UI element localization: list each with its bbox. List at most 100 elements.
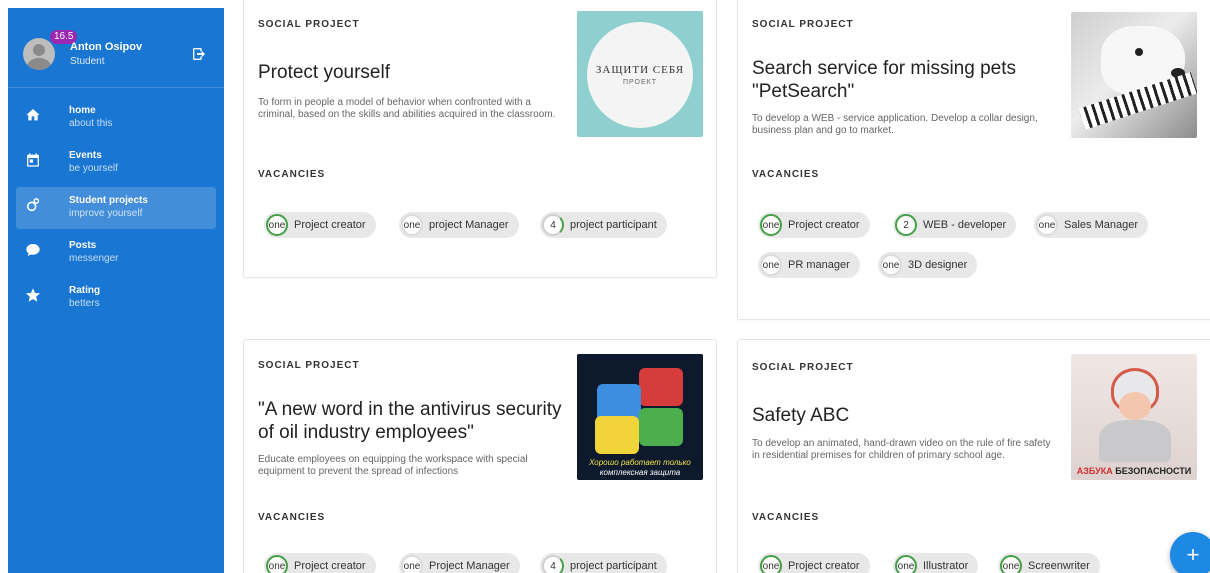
project-image-subcaption: комплексная защита (599, 468, 681, 477)
project-title: Search service for missing pets "PetSear… (752, 58, 1016, 102)
vacancy-count: one (760, 254, 782, 276)
app-root: 16.5 Anton Osipov Student home about thi… (0, 0, 1210, 573)
sidebar-item-title: Posts (69, 240, 97, 251)
sidebar-item-student-projects[interactable]: Student projects improve yourself (16, 187, 216, 229)
project-category: SOCIAL PROJECT (752, 362, 854, 373)
project-image: ЗАЩИТИ СЕБЯ ПРОЕКТ (577, 11, 703, 137)
projects-grid: SOCIAL PROJECT Protect yourself To form … (224, 0, 1210, 573)
avatar[interactable] (23, 38, 55, 70)
vacancy-chip[interactable]: one project Manager (399, 212, 519, 238)
vacancy-chip[interactable]: 2 WEB - developer (893, 212, 1017, 238)
project-category: SOCIAL PROJECT (258, 19, 360, 30)
vacancy-count: one (401, 555, 423, 573)
add-project-button[interactable]: + (1170, 532, 1210, 573)
vacancy-count: one (880, 254, 902, 276)
star-icon (26, 288, 40, 302)
vacancy-count: one (895, 555, 917, 573)
project-card[interactable]: SOCIAL PROJECT Protect yourself To form … (243, 0, 717, 278)
vacancy-chip[interactable]: one Illustrator (893, 553, 979, 573)
project-card[interactable]: SOCIAL PROJECT "A new word in the antivi… (243, 339, 717, 573)
project-title: "A new word in the antivirus security of… (258, 399, 562, 443)
vacancy-chip[interactable]: one PR manager (758, 252, 860, 278)
child-jacket (1099, 420, 1171, 462)
sidebar-item-events[interactable]: Events be yourself (16, 142, 216, 184)
project-image-caption-word-1: АЗБУКА (1076, 466, 1113, 476)
vacancy-label: 3D designer (908, 259, 968, 271)
project-description: To develop a WEB - service application. … (752, 113, 1038, 136)
vacancy-count: 4 (542, 555, 564, 573)
vacancy-chip[interactable]: one Sales Manager (1034, 212, 1148, 238)
vacancy-label: Screenwriter (1028, 560, 1090, 572)
vacancies-label: VACANCIES (752, 169, 820, 180)
sidebar-item-posts[interactable]: Posts messenger (16, 232, 216, 274)
sidebar-item-subtitle: about this (69, 118, 113, 129)
sidebar: 16.5 Anton Osipov Student home about thi… (8, 8, 224, 573)
vacancy-chip[interactable]: one Project creator (758, 212, 870, 238)
vacancy-count: one (266, 555, 288, 573)
project-image-caption: Хорошо работает только (589, 458, 691, 467)
vacancy-label: PR manager (788, 259, 850, 271)
vacancies-label: VACANCIES (258, 169, 326, 180)
vacancy-chip[interactable]: one Project creator (264, 212, 376, 238)
project-card[interactable]: SOCIAL PROJECT Safety ABC To develop an … (737, 339, 1210, 573)
vacancy-label: WEB - developer (923, 219, 1007, 231)
sidebar-item-subtitle: betters (69, 298, 100, 309)
dog-eye (1135, 48, 1143, 56)
vacancy-label: project participant (570, 560, 657, 572)
user-panel: 16.5 Anton Osipov Student (8, 8, 224, 88)
vacancy-label: Illustrator (923, 560, 969, 572)
sidebar-item-title: home (69, 105, 96, 116)
vacancy-label: Sales Manager (1064, 219, 1138, 231)
logout-icon[interactable] (191, 46, 207, 62)
puzzle-piece-yellow (595, 416, 639, 454)
vacancy-chip[interactable]: 4 project participant (540, 553, 667, 573)
project-image-caption: ЗАЩИТИ СЕБЯ (595, 64, 685, 76)
vacancy-chip[interactable]: one Project creator (264, 553, 376, 573)
vacancy-count: one (760, 555, 782, 573)
vacancy-label: Project creator (788, 560, 860, 572)
sidebar-item-title: Student projects (69, 195, 148, 206)
vacancy-chip[interactable]: one Screenwriter (998, 553, 1100, 573)
puzzle-piece-red (639, 368, 683, 406)
vacancy-label: Project creator (294, 560, 366, 572)
project-description: To develop an animated, hand-drawn video… (752, 438, 1051, 461)
vacancy-count: one (266, 214, 288, 236)
project-image: Хорошо работает только комплексная защит… (577, 354, 703, 480)
vacancy-count: one (760, 214, 782, 236)
calendar-icon (27, 153, 39, 167)
vacancies-label: VACANCIES (258, 512, 326, 523)
project-title: Protect yourself (258, 62, 390, 83)
vacancy-chip[interactable]: one 3D designer (878, 252, 978, 278)
vacancy-count: one (1000, 555, 1022, 573)
project-description: Educate employees on equipping the works… (258, 454, 528, 477)
sidebar-item-home[interactable]: home about this (16, 97, 216, 139)
project-image (1071, 12, 1197, 138)
sidebar-item-subtitle: improve yourself (69, 208, 143, 219)
vacancy-label: project Manager (429, 219, 509, 231)
vacancy-label: Project Manager (429, 560, 510, 572)
vacancy-chip[interactable]: one Project Manager (399, 553, 520, 573)
user-role: Student (70, 56, 105, 67)
vacancy-label: Project creator (294, 219, 366, 231)
project-card[interactable]: SOCIAL PROJECT Search service for missin… (737, 0, 1210, 320)
project-image: АЗБУКА БЕЗОПАСНОСТИ (1071, 354, 1197, 480)
project-description: To form in people a model of behavior wh… (258, 97, 556, 120)
home-icon (26, 109, 40, 121)
child-face (1119, 392, 1151, 420)
vacancy-count: 2 (895, 214, 917, 236)
vacancy-label: Project creator (788, 219, 860, 231)
sidebar-item-title: Rating (69, 285, 101, 296)
vacancy-chip[interactable]: one Project creator (758, 553, 870, 573)
sidebar-item-title: Events (69, 150, 102, 161)
project-image-subcaption: ПРОЕКТ (622, 79, 657, 86)
project-image-caption: АЗБУКА БЕЗОПАСНОСТИ (1071, 466, 1197, 476)
vacancies-label: VACANCIES (752, 512, 820, 523)
vacancy-label: project participant (570, 219, 657, 231)
sidebar-item-subtitle: messenger (69, 253, 119, 264)
projects-icon (26, 198, 40, 212)
sidebar-item-subtitle: be yourself (69, 163, 118, 174)
vacancy-count: one (401, 214, 423, 236)
sidebar-item-rating[interactable]: Rating betters (16, 277, 216, 319)
puzzle-piece-green (639, 408, 683, 446)
vacancy-chip[interactable]: 4 project participant (540, 212, 667, 238)
